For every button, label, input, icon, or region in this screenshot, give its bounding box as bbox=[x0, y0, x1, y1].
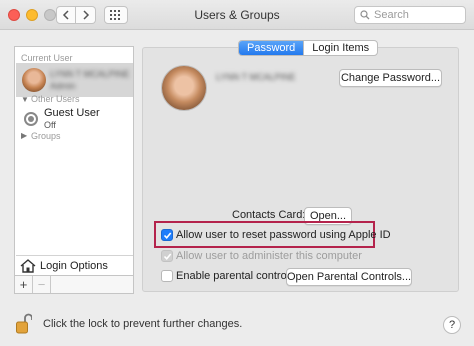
login-options-item[interactable]: Login Options bbox=[16, 255, 133, 275]
lock-bar: Click the lock to prevent further change… bbox=[0, 306, 474, 346]
sidebar-user-role: Admin bbox=[50, 81, 76, 91]
back-button[interactable] bbox=[56, 6, 76, 24]
add-user-button[interactable]: + bbox=[15, 276, 33, 293]
help-button[interactable]: ? bbox=[443, 316, 461, 334]
avatar bbox=[22, 68, 46, 92]
sidebar-user-name: LYNN T MCALPINE bbox=[50, 69, 130, 79]
open-lock-icon[interactable] bbox=[16, 313, 32, 335]
parental-controls-checkbox[interactable] bbox=[161, 270, 173, 282]
allow-reset-checkbox[interactable] bbox=[161, 229, 173, 241]
zoom-window-button[interactable] bbox=[44, 9, 56, 21]
allow-reset-label: Allow user to reset password using Apple… bbox=[176, 229, 391, 241]
lock-instructions: Click the lock to prevent further change… bbox=[43, 318, 243, 330]
search-icon bbox=[360, 10, 370, 20]
chevron-right-icon bbox=[82, 10, 89, 20]
title-bar: Users & Groups bbox=[0, 0, 474, 30]
search-field[interactable] bbox=[354, 6, 466, 24]
grid-icon bbox=[110, 10, 120, 20]
groups-header: Groups bbox=[31, 131, 61, 141]
close-window-button[interactable] bbox=[8, 9, 20, 21]
contacts-card-label: Contacts Card: bbox=[232, 209, 306, 221]
forward-button[interactable] bbox=[76, 6, 96, 24]
house-icon bbox=[20, 258, 36, 273]
show-all-button[interactable] bbox=[104, 6, 128, 24]
add-remove-bar: + − bbox=[14, 276, 134, 294]
search-input[interactable] bbox=[374, 9, 459, 21]
user-full-name: LYNN T MCALPINE bbox=[216, 72, 296, 82]
user-picture[interactable] bbox=[162, 66, 206, 110]
users-sidebar: Current User LYNN T MCALPINE Admin ▼ Oth… bbox=[14, 46, 134, 276]
login-options-label: Login Options bbox=[40, 259, 108, 272]
parental-controls-label: Enable parental controls bbox=[176, 270, 295, 282]
guest-user-status: Off bbox=[44, 120, 56, 130]
tab-password[interactable]: Password bbox=[239, 41, 304, 55]
open-parental-controls-button[interactable]: Open Parental Controls... bbox=[286, 268, 412, 286]
chevron-left-icon bbox=[62, 10, 69, 20]
other-users-header: Other Users bbox=[31, 94, 80, 104]
checkmark-icon bbox=[163, 231, 171, 239]
change-password-button[interactable]: Change Password... bbox=[339, 69, 442, 87]
user-icon bbox=[24, 112, 38, 126]
minimize-window-button[interactable] bbox=[26, 9, 38, 21]
disclosure-triangle-expanded-icon[interactable]: ▼ bbox=[21, 95, 29, 104]
tab-login-items[interactable]: Login Items bbox=[303, 41, 377, 55]
checkmark-icon bbox=[163, 252, 171, 260]
tab-bar: Password Login Items bbox=[238, 40, 379, 56]
remove-user-button[interactable]: − bbox=[33, 276, 51, 293]
allow-admin-label: Allow user to administer this computer bbox=[176, 250, 362, 262]
sidebar-item-current-user[interactable]: LYNN T MCALPINE Admin bbox=[16, 63, 133, 97]
allow-admin-checkbox[interactable] bbox=[161, 250, 173, 262]
disclosure-triangle-collapsed-icon[interactable]: ▶ bbox=[21, 131, 27, 140]
guest-user-name: Guest User bbox=[44, 107, 100, 119]
current-user-header: Current User bbox=[21, 53, 73, 63]
